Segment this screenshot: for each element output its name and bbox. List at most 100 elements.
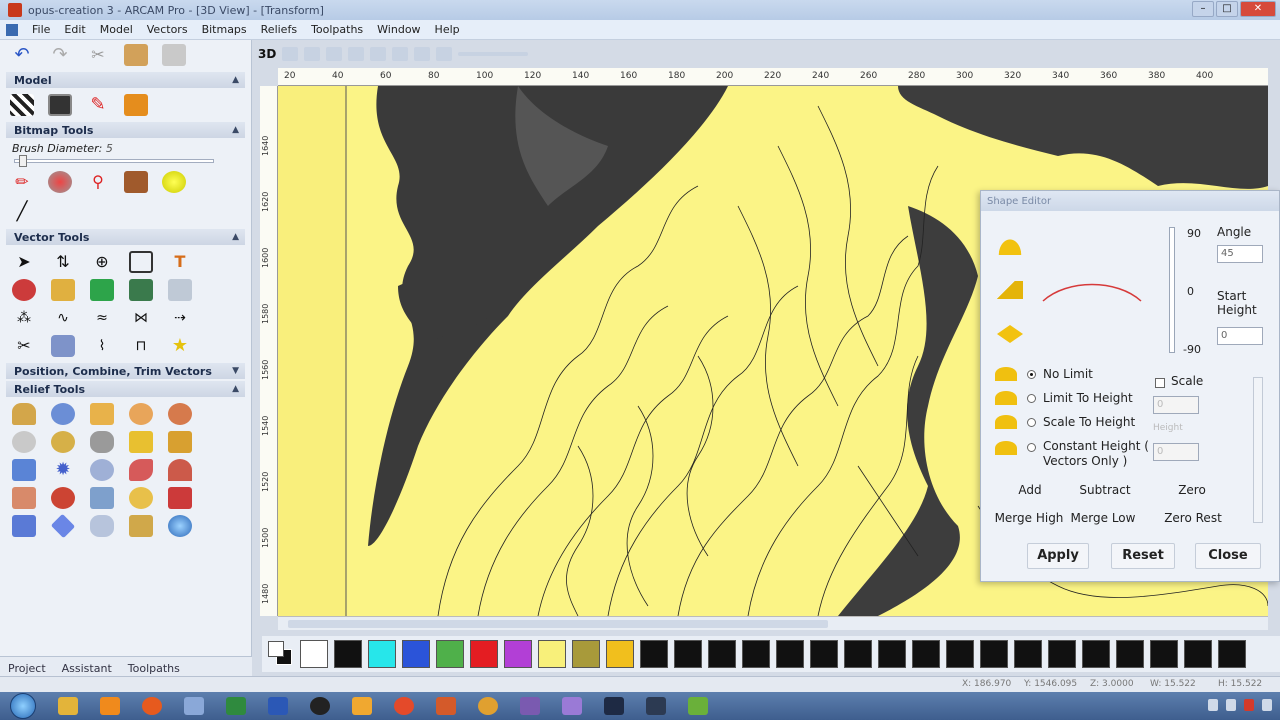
tray-icon[interactable]: [1208, 699, 1218, 711]
swirl-icon[interactable]: [12, 431, 36, 453]
color-swatch[interactable]: [912, 640, 940, 668]
color-swatch[interactable]: [1184, 640, 1212, 668]
document-icon[interactable]: [6, 23, 18, 36]
relief-clip-icon[interactable]: [124, 94, 148, 116]
red-hat-icon[interactable]: [168, 487, 192, 509]
relief-spare4-icon[interactable]: [207, 487, 231, 509]
close-window-button[interactable]: ✕: [1240, 1, 1276, 17]
round-profile-icon[interactable]: [997, 237, 1023, 255]
foreground-color-swatch[interactable]: [268, 641, 284, 657]
relief-section-header[interactable]: Relief Tools ▲: [6, 381, 245, 397]
taskbar-excel-icon[interactable]: [226, 697, 246, 715]
color-swatch[interactable]: [1082, 640, 1110, 668]
layers-icon[interactable]: [48, 94, 72, 116]
zero-button[interactable]: Zero: [1171, 483, 1213, 497]
color-swatch[interactable]: [1218, 640, 1246, 668]
color-swatch[interactable]: [776, 640, 804, 668]
color-swatch[interactable]: [538, 640, 566, 668]
merge-low-button[interactable]: Merge Low: [1067, 511, 1139, 525]
vector-color-icon[interactable]: [12, 279, 36, 301]
color-swatch[interactable]: [606, 640, 634, 668]
transform-vector-icon[interactable]: ⊕: [90, 251, 114, 273]
color-swatch[interactable]: [368, 640, 396, 668]
merge-high-button[interactable]: Merge High: [993, 511, 1065, 525]
menu-edit[interactable]: Edit: [64, 23, 85, 36]
redo-icon[interactable]: ↷: [48, 44, 72, 66]
wrap-icon[interactable]: ⌇: [90, 335, 114, 357]
color-swatch[interactable]: [878, 640, 906, 668]
vector-spare2-icon[interactable]: [207, 307, 231, 329]
apply-button[interactable]: Apply: [1027, 543, 1089, 569]
scrollbar-thumb[interactable]: [288, 620, 828, 628]
scale-height-icon[interactable]: [129, 431, 153, 453]
menu-window[interactable]: Window: [377, 23, 420, 36]
copy-icon[interactable]: [124, 44, 148, 66]
smooth-icon[interactable]: ≈: [90, 307, 114, 329]
page-icon[interactable]: [168, 279, 192, 301]
cylinder-icon[interactable]: [51, 335, 75, 357]
menu-vectors[interactable]: Vectors: [147, 23, 188, 36]
color-swatch[interactable]: [980, 640, 1008, 668]
cut-icon[interactable]: ✂: [86, 44, 110, 66]
relief-spare2-icon[interactable]: [207, 431, 231, 453]
relief-spare-icon[interactable]: [207, 403, 231, 425]
color-swatch[interactable]: [1150, 640, 1178, 668]
subtract-button[interactable]: Subtract: [1073, 483, 1137, 497]
add-green-icon[interactable]: [90, 279, 114, 301]
start-button[interactable]: [10, 693, 36, 719]
angular-profile-icon[interactable]: [997, 281, 1023, 299]
brush-relief-icon[interactable]: [129, 515, 153, 537]
grid-icon[interactable]: [10, 94, 34, 116]
color-swatch[interactable]: [402, 640, 430, 668]
color-swatch[interactable]: [504, 640, 532, 668]
scissors-icon[interactable]: ✂: [12, 335, 36, 357]
color-swatch[interactable]: [572, 640, 600, 668]
zero-rest-button[interactable]: Zero Rest: [1161, 511, 1225, 525]
taskbar-green-icon[interactable]: [688, 697, 708, 715]
offset-icon[interactable]: ⇢: [168, 307, 192, 329]
expand-arrow-icon[interactable]: ▼: [232, 366, 239, 376]
scale-to-height-radio[interactable]: [1027, 418, 1036, 427]
vector-spare3-icon[interactable]: [207, 335, 231, 357]
start-height-input[interactable]: 0: [1217, 327, 1263, 345]
color-swatch[interactable]: [1048, 640, 1076, 668]
paste-icon[interactable]: [162, 44, 186, 66]
angle-input[interactable]: 45: [1217, 245, 1263, 263]
line-draw-icon[interactable]: ╱: [10, 201, 34, 223]
extrude-icon[interactable]: [90, 403, 114, 425]
angle-slider-track[interactable]: [1169, 227, 1175, 353]
no-limit-radio[interactable]: [1027, 370, 1036, 379]
select-arrow-icon[interactable]: ➤: [12, 251, 36, 273]
plane-profile-icon[interactable]: [997, 325, 1023, 343]
zoom-out-icon[interactable]: [370, 47, 387, 61]
arch-icon[interactable]: [168, 459, 192, 481]
brush-slider-thumb[interactable]: [19, 155, 27, 167]
globe-icon[interactable]: [168, 515, 192, 537]
view-3d-label[interactable]: 3D: [258, 47, 276, 61]
yellow-drop-icon[interactable]: [129, 487, 153, 509]
toolbar-slider-icon[interactable]: [458, 52, 529, 56]
tab-assistant[interactable]: Assistant: [62, 662, 112, 675]
blue-gem-icon[interactable]: [50, 513, 76, 539]
constant-height-radio[interactable]: [1027, 443, 1036, 452]
menu-file[interactable]: File: [32, 23, 50, 36]
color-swatch[interactable]: [674, 640, 702, 668]
relief-bar-icon[interactable]: [168, 431, 192, 453]
taskbar-media-icon[interactable]: [100, 697, 120, 715]
spin-icon[interactable]: [129, 403, 153, 425]
bitmap-color-icon[interactable]: [162, 171, 186, 193]
horizontal-scrollbar[interactable]: [278, 616, 1268, 630]
text-tool-icon[interactable]: T: [168, 251, 192, 273]
view-iso-icon[interactable]: [282, 47, 299, 61]
color-swatch[interactable]: [334, 640, 362, 668]
blue-shape-icon[interactable]: [12, 459, 36, 481]
taskbar-chrome-icon[interactable]: [394, 697, 414, 715]
texture-icon[interactable]: [51, 431, 75, 453]
color-swatch[interactable]: [742, 640, 770, 668]
blue-box-icon[interactable]: [90, 487, 114, 509]
zoom-fit-icon[interactable]: [392, 47, 409, 61]
bitmap-to-vector-icon[interactable]: [124, 171, 148, 193]
menu-model[interactable]: Model: [100, 23, 133, 36]
menu-bitmaps[interactable]: Bitmaps: [202, 23, 247, 36]
smooth-relief-icon[interactable]: [90, 431, 114, 453]
